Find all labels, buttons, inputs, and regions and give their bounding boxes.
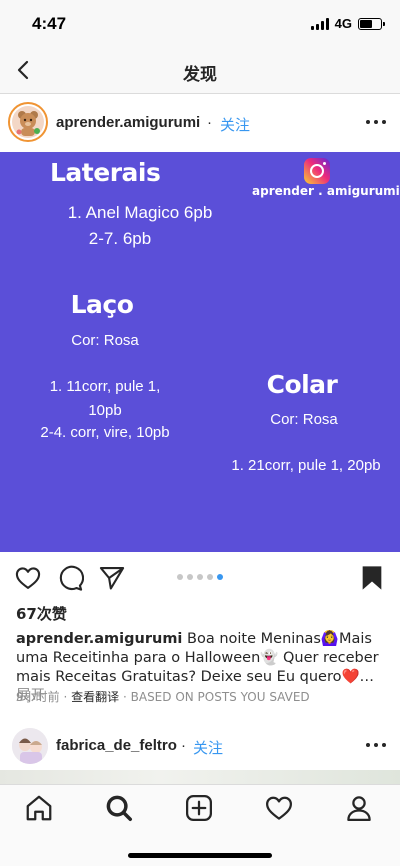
instagram-logo-icon xyxy=(304,158,330,184)
profile-icon xyxy=(347,796,371,821)
carousel-indicator xyxy=(0,574,400,580)
post-username[interactable]: aprender.amigurumi xyxy=(56,114,200,131)
next-post-header: fabrica_de_feltro · 关注 xyxy=(0,722,400,770)
tab-activity[interactable] xyxy=(264,793,294,823)
post-meta: 9小时前 · 查看翻译 · BASED ON POSTS YOU SAVED xyxy=(16,688,310,705)
teddy-bear-avatar-icon xyxy=(16,111,40,136)
status-time: 4:47 xyxy=(32,14,67,33)
laco-line-3: 2-4. corr, vire, 10pb xyxy=(40,424,170,441)
felt-doll-avatar-icon xyxy=(12,728,48,764)
battery-icon xyxy=(358,17,385,30)
carousel-dot xyxy=(187,574,193,580)
separator-dot: · xyxy=(207,114,212,131)
carousel-dot xyxy=(197,574,203,580)
follow-button[interactable]: 关注 xyxy=(193,737,223,758)
separator-dot: · xyxy=(181,737,186,754)
home-icon xyxy=(26,795,52,821)
laterais-heading: Laterais xyxy=(50,158,161,187)
laco-color: Cor: Rosa xyxy=(71,332,139,349)
post-time-ago: 9小时前 xyxy=(16,690,60,704)
tab-profile[interactable] xyxy=(344,793,374,823)
see-translation-link[interactable]: 查看翻译 xyxy=(71,690,119,704)
status-indicators: 4G xyxy=(310,16,385,31)
new-post-icon xyxy=(186,795,212,821)
tab-new-post[interactable] xyxy=(184,793,214,823)
colar-color: Cor: Rosa xyxy=(270,411,338,428)
signal-icon xyxy=(310,17,329,30)
laco-line-1: 1. 11corr, pule 1, xyxy=(49,378,161,395)
carousel-dot xyxy=(207,574,213,580)
based-on-saved-label: BASED ON POSTS YOU SAVED xyxy=(130,690,310,704)
status-bar: 4:47 4G xyxy=(0,0,400,48)
image-brand-handle: aprender . amigurumi xyxy=(252,184,400,198)
post-image[interactable]: aprender . amigurumi Laterais 1. Anel Ma… xyxy=(0,152,400,552)
network-type: 4G xyxy=(334,16,352,31)
avatar[interactable] xyxy=(12,728,48,764)
bookmark-icon xyxy=(362,566,382,590)
follow-button[interactable]: 关注 xyxy=(220,114,250,135)
carousel-dot-active xyxy=(217,574,223,580)
home-indicator xyxy=(128,853,272,858)
carousel-dot xyxy=(177,574,183,580)
more-options-button[interactable] xyxy=(364,735,388,755)
page-title: 发现 xyxy=(183,65,217,85)
more-options-button[interactable] xyxy=(364,112,388,132)
avatar[interactable] xyxy=(8,102,48,142)
post-actions xyxy=(0,552,400,602)
colar-heading: Colar xyxy=(266,370,338,399)
post-header: aprender.amigurumi · 关注 xyxy=(0,94,400,152)
search-icon xyxy=(106,795,132,821)
meta-separator: · xyxy=(63,690,68,704)
nav-bar: 发现 xyxy=(0,48,400,94)
laco-heading: Laço xyxy=(70,290,134,319)
laterais-line-2: 2-7. 6pb xyxy=(88,229,152,248)
activity-heart-icon xyxy=(266,796,292,820)
next-post-username[interactable]: fabrica_de_feltro xyxy=(56,737,177,754)
colar-line-1: 1. 21corr, pule 1, 20pb xyxy=(231,457,381,474)
bottom-tab-bar xyxy=(0,784,400,866)
next-post-image[interactable] xyxy=(0,770,400,784)
save-button[interactable] xyxy=(358,564,386,592)
laco-line-2: 10pb xyxy=(88,402,122,419)
meta-separator: · xyxy=(122,690,127,704)
likes-count[interactable]: 67次赞 xyxy=(16,603,67,624)
tab-search[interactable] xyxy=(104,793,134,823)
laterais-line-1: 1. Anel Magico 6pb xyxy=(67,203,213,222)
tab-home[interactable] xyxy=(24,793,54,823)
caption-username[interactable]: aprender.amigurumi xyxy=(16,631,182,647)
